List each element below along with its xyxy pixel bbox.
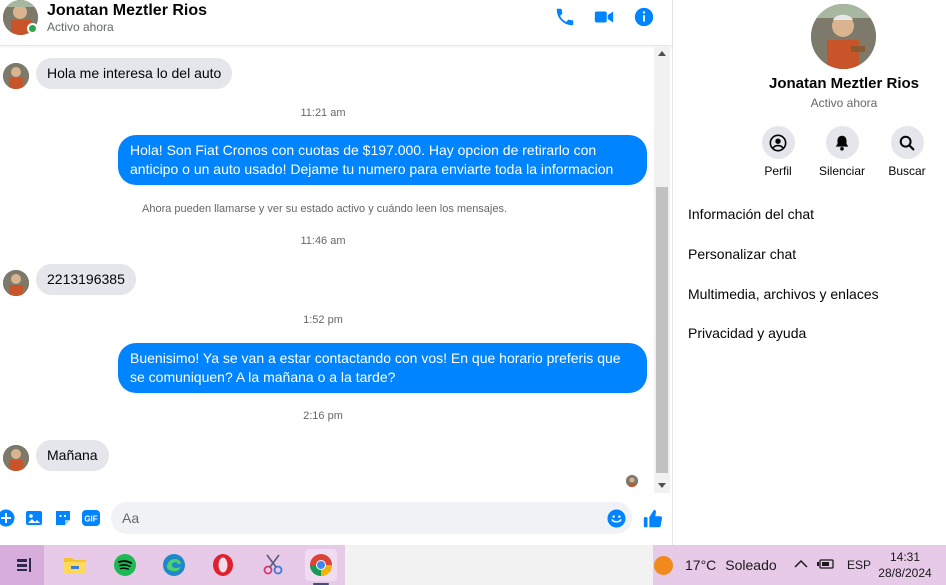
weather-widget[interactable]: 17°C Soleado [654, 545, 777, 585]
scroll-thumb[interactable] [656, 187, 668, 473]
chevron-up-icon[interactable] [794, 558, 808, 572]
message-list[interactable]: Hola me interesa lo del auto 11:21 am Ho… [0, 47, 672, 493]
scroll-down-arrow-icon[interactable] [658, 483, 666, 488]
message-outgoing[interactable]: Hola! Son Fiat Cronos con cuotas de $197… [118, 135, 647, 185]
sender-avatar[interactable] [3, 445, 29, 471]
menu-media-files-links[interactable]: Multimedia, archivos y enlaces [688, 286, 879, 302]
search-label: Buscar [888, 164, 926, 178]
opera-icon[interactable] [207, 549, 239, 581]
message-outgoing[interactable]: Buenisimo! Ya se van a estar contactando… [118, 343, 647, 393]
clock-date: 28/8/2024 [878, 566, 932, 580]
chat-header: Jonatan Meztler Rios Activo ahora [0, 0, 672, 46]
battery-icon[interactable] [817, 558, 835, 573]
system-tray: ESP [794, 545, 871, 585]
online-indicator [27, 23, 38, 34]
scrollbar[interactable] [654, 47, 670, 493]
scroll-up-arrow-icon[interactable] [658, 51, 666, 56]
message-input-wrapper[interactable] [111, 502, 632, 534]
profile-button[interactable]: Perfil [748, 126, 808, 178]
chat-pane: Jonatan Meztler Rios Activo ahora Hola m… [0, 0, 673, 545]
info-icon[interactable] [633, 6, 655, 28]
conversation-info-panel: Jonatan Meztler Rios Activo ahora Perfil… [674, 0, 946, 545]
message-incoming[interactable]: Hola me interesa lo del auto [36, 58, 233, 89]
profile-status: Activo ahora [810, 96, 878, 110]
svg-text:GIF: GIF [84, 515, 97, 524]
language-indicator[interactable]: ESP [847, 558, 871, 572]
weather-temperature: 17°C [685, 557, 717, 573]
message-incoming[interactable]: 2213196385 [36, 264, 136, 295]
menu-chat-info[interactable]: Información del chat [688, 206, 814, 222]
thumbs-up-icon[interactable] [642, 508, 664, 530]
menu-customize-chat[interactable]: Personalizar chat [688, 246, 796, 262]
sun-icon [654, 555, 673, 575]
spotify-icon[interactable] [109, 549, 141, 581]
file-explorer-icon[interactable] [59, 549, 91, 581]
sender-avatar[interactable] [3, 270, 29, 296]
video-camera-icon[interactable] [593, 6, 615, 28]
profile-icon [761, 126, 795, 159]
edge-icon[interactable] [158, 549, 190, 581]
message-incoming[interactable]: Mañana [36, 440, 109, 471]
mute-button[interactable]: Silenciar [812, 126, 872, 178]
contact-status: Activo ahora [47, 20, 114, 34]
sender-avatar[interactable] [3, 63, 29, 89]
search-button[interactable]: Buscar [877, 126, 937, 178]
task-view-icon[interactable] [8, 549, 40, 581]
emoji-icon[interactable] [607, 509, 626, 528]
timestamp: 1:52 pm [303, 314, 343, 326]
timestamp: 2:16 pm [303, 410, 343, 422]
seen-indicator-avatar [626, 475, 638, 487]
taskbar-spacer [345, 545, 653, 585]
profile-label: Perfil [764, 164, 792, 178]
clock[interactable]: 14:31 28/8/2024 [870, 549, 940, 581]
contact-name[interactable]: Jonatan Meztler Rios [47, 2, 207, 20]
timestamp: 11:46 am [300, 235, 346, 247]
plus-icon[interactable] [0, 509, 15, 527]
chrome-icon[interactable] [305, 549, 337, 585]
taskbar: 17°C Soleado ESP 14:31 28/8/2024 [0, 545, 946, 585]
bell-icon [825, 126, 859, 159]
weather-condition: Soleado [725, 557, 777, 573]
menu-privacy-help[interactable]: Privacidad y ayuda [688, 325, 806, 341]
mute-label: Silenciar [818, 164, 866, 178]
timestamp: 11:21 am [300, 107, 346, 119]
phone-icon[interactable] [554, 6, 576, 28]
search-icon [890, 126, 924, 159]
message-input[interactable] [122, 502, 602, 534]
sticker-icon[interactable] [54, 509, 72, 527]
snipping-tool-icon[interactable] [257, 549, 289, 581]
clock-time: 14:31 [889, 550, 921, 564]
profile-picture[interactable] [811, 4, 876, 69]
info-notice: Ahora pueden llamarse y ver su estado ac… [142, 203, 508, 215]
photo-icon[interactable] [25, 509, 43, 527]
profile-name: Jonatan Meztler Rios [768, 75, 920, 92]
composer: GIF [0, 493, 672, 545]
gif-icon[interactable]: GIF [82, 509, 100, 527]
